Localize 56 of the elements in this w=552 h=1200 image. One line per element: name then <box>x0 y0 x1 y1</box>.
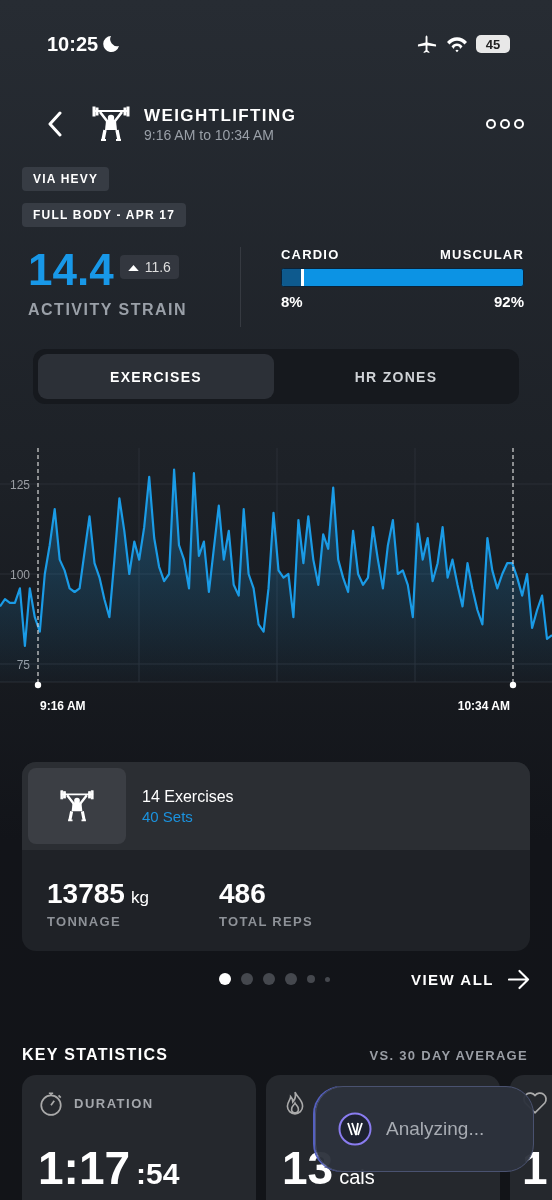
airplane-icon <box>416 34 438 54</box>
source-tag: VIA HEVY <box>22 167 110 191</box>
source-tag: FULL BODY - APR 17 <box>22 203 187 227</box>
stat-label: TONNAGE <box>47 914 122 929</box>
strain-value: 14.4 <box>28 247 114 293</box>
y-axis-label: 100 <box>9 568 30 582</box>
x-axis-label: 9:16 AM <box>40 699 86 713</box>
comparison-label: VS. 30 DAY AVERAGE <box>369 1048 528 1063</box>
stat-value: 486 <box>219 878 266 910</box>
weightlifter-icon <box>57 789 97 823</box>
triangle-up-icon <box>127 263 139 271</box>
page-dot[interactable] <box>241 973 253 985</box>
page-dot[interactable] <box>263 973 275 985</box>
battery-level: 45 <box>485 36 501 52</box>
y-axis-label: 75 <box>16 658 30 672</box>
section-title: KEY STATISTICS <box>22 1046 169 1064</box>
cardio-percent: 8% <box>281 293 303 310</box>
sets-count: 40 Sets <box>142 807 194 825</box>
stat-value: 13785 <box>47 878 125 910</box>
page-dot[interactable] <box>325 976 330 982</box>
page-dot[interactable] <box>219 973 231 985</box>
toast-message: Analyzing... <box>386 1118 485 1140</box>
stat-label: DURATION <box>74 1095 154 1111</box>
change-badge: 11.6 <box>119 255 179 279</box>
muscular-percent: 92% <box>493 293 524 310</box>
back-icon[interactable] <box>47 111 63 137</box>
activity-title: WEIGHTLIFTING <box>144 105 298 126</box>
wifi-icon <box>446 35 468 53</box>
stat-label: TOTAL REPS <box>219 914 314 929</box>
stat-unit: cals <box>339 1166 375 1189</box>
status-time: 10:25 <box>47 32 99 56</box>
strain-label: ACTIVITY STRAIN <box>28 301 189 319</box>
page-dot[interactable] <box>285 973 297 985</box>
x-axis-label: 10:34 AM <box>457 699 510 713</box>
y-axis-label: 125 <box>9 478 30 492</box>
more-icon[interactable] <box>486 119 524 129</box>
tab[interactable]: HR ZONES <box>278 354 514 399</box>
view-all-link[interactable]: VIEW ALL <box>410 968 530 990</box>
exercise-count: 14 Exercises <box>142 787 234 806</box>
stat-seconds: :54 <box>136 1157 180 1191</box>
tab[interactable]: EXERCISES <box>38 354 274 399</box>
activity-time: 9:16 AM to 10:34 AM <box>144 126 275 143</box>
logo-icon <box>338 1112 372 1146</box>
summary-card[interactable]: 14 Exercises 40 Sets 13785 kg TONNAGE 486 TOTAL REPS <box>22 762 530 951</box>
stat-value: 13 <box>282 1141 334 1195</box>
page-dot[interactable] <box>307 975 315 983</box>
moon-icon <box>102 35 121 53</box>
stopwatch-icon <box>38 1090 64 1116</box>
stat-unit: kg <box>130 888 149 908</box>
weightlifter-icon <box>89 105 133 143</box>
stat-card[interactable]: DURATION 1:17:54 <box>22 1075 256 1200</box>
muscular-label: MUSCULAR <box>440 247 524 262</box>
arrow-right-icon <box>508 968 530 990</box>
cardio-label: CARDIO <box>281 247 340 262</box>
stat-value: 1 <box>522 1141 548 1195</box>
stat-value: 1:17 <box>38 1141 131 1195</box>
